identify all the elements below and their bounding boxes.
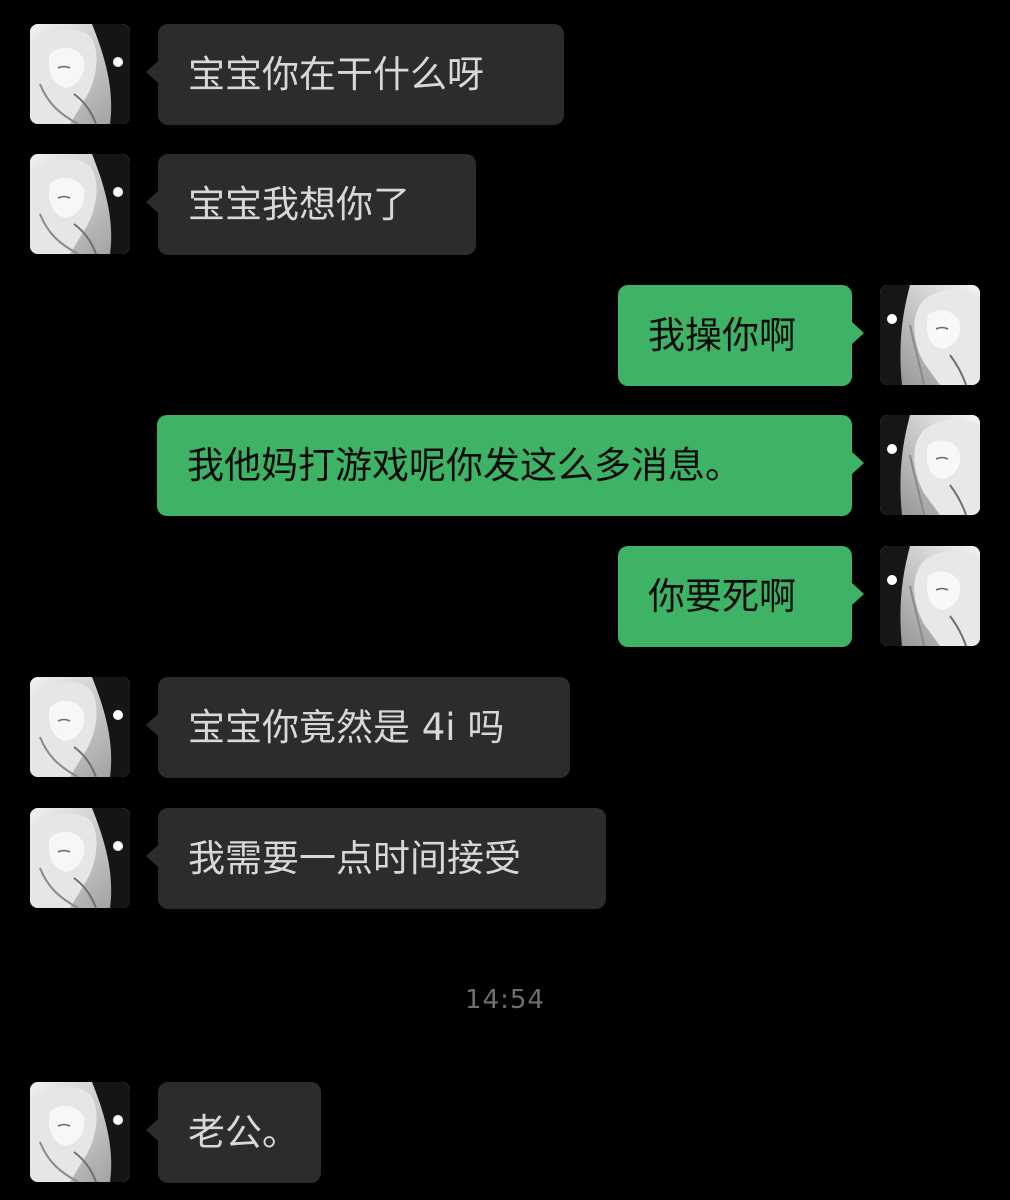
contact-avatar[interactable] [30,154,130,254]
anime-girl-avatar-icon [880,546,980,646]
anime-girl-avatar-icon [30,1082,130,1182]
self-avatar[interactable] [880,546,980,646]
contact-avatar[interactable] [30,24,130,124]
anime-girl-avatar-icon [880,285,980,385]
message-row-incoming: 老公。 [30,1082,330,1183]
message-bubble[interactable]: 宝宝我想你了 [158,154,476,255]
self-avatar[interactable] [880,415,980,515]
bubble-tail [852,583,864,605]
message-bubble[interactable]: 宝宝你在干什么呀 [158,24,564,125]
contact-avatar[interactable] [30,677,130,777]
message-timestamp: 14:54 [465,985,545,1015]
message-row-incoming: 我需要一点时间接受 [30,808,610,909]
message-bubble[interactable]: 老公。 [158,1082,321,1183]
message-row-incoming: 宝宝你在干什么呀 [30,24,570,125]
bubble-tail [146,61,158,83]
bubble-tail [852,322,864,344]
message-bubble[interactable]: 我需要一点时间接受 [158,808,606,909]
chat-area: 宝宝你在干什么呀 宝宝我想你了 我操你啊 我他妈打游戏呢你发这么多消息。 你要死… [0,0,1010,1200]
contact-avatar[interactable] [30,808,130,908]
message-bubble[interactable]: 我他妈打游戏呢你发这么多消息。 [157,415,852,516]
self-avatar[interactable] [880,285,980,385]
bubble-tail [146,714,158,736]
message-bubble[interactable]: 我操你啊 [618,285,852,386]
message-row-incoming: 宝宝你竟然是 4i 吗 [30,677,575,778]
bubble-tail [852,452,864,474]
message-bubble[interactable]: 你要死啊 [618,546,852,647]
message-row-outgoing: 我他妈打游戏呢你发这么多消息。 [157,415,980,516]
bubble-tail [146,191,158,213]
anime-girl-avatar-icon [30,154,130,254]
anime-girl-avatar-icon [880,415,980,515]
message-bubble[interactable]: 宝宝你竟然是 4i 吗 [158,677,570,778]
contact-avatar[interactable] [30,1082,130,1182]
anime-girl-avatar-icon [30,808,130,908]
message-row-outgoing: 我操你啊 [618,285,980,386]
anime-girl-avatar-icon [30,24,130,124]
message-row-incoming: 宝宝我想你了 [30,154,480,255]
bubble-tail [146,1119,158,1141]
bubble-tail [146,845,158,867]
anime-girl-avatar-icon [30,677,130,777]
message-row-outgoing: 你要死啊 [618,546,980,647]
